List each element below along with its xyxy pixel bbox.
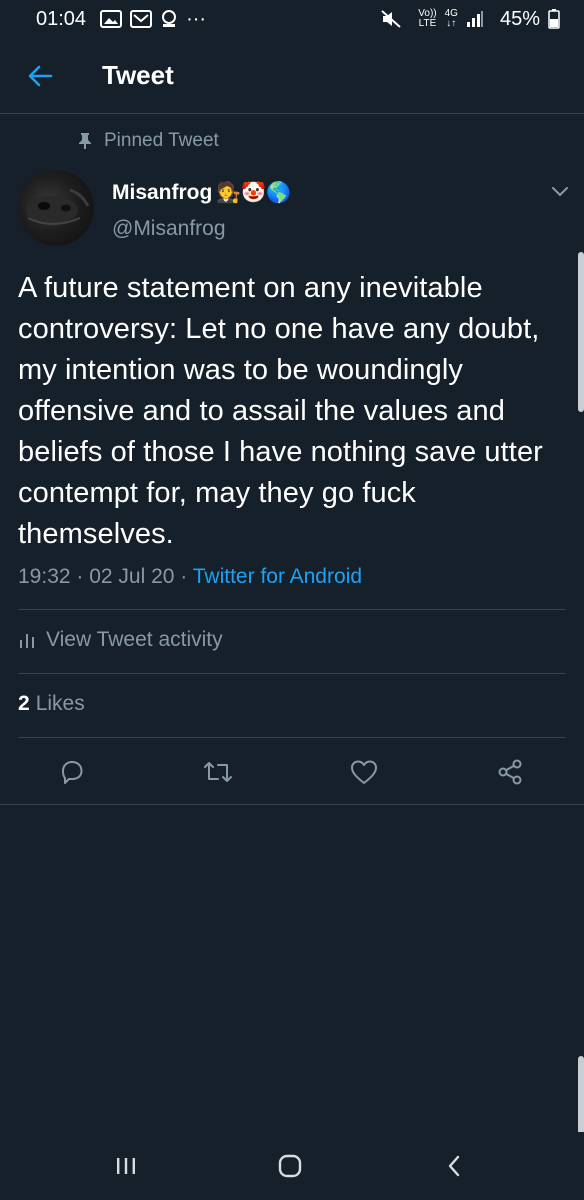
likes-count: 2 [18,692,30,715]
app-header: Tweet [0,38,584,114]
author-name[interactable]: Misanfrog [112,181,212,205]
chevron-down-icon [552,187,568,197]
recent-apps-icon [117,1158,135,1174]
scrollbar-thumb-secondary[interactable] [578,1056,584,1136]
reply-icon [62,761,83,784]
reply-button[interactable] [52,752,92,792]
volte-line2: LTE [418,18,437,29]
mail-icon [130,9,153,29]
mute-icon [380,9,402,29]
status-time: 01:04 [36,7,87,30]
battery-icon [548,9,560,29]
like-icon [351,760,377,784]
recent-apps-button[interactable] [104,1146,148,1186]
gallery-icon [100,9,123,29]
home-button[interactable] [268,1146,312,1186]
author-handle[interactable]: @Misanfrog [112,217,226,241]
share-icon [498,759,522,785]
pinned-label: Pinned Tweet [104,130,219,151]
system-nav-bar [0,1132,584,1200]
likes-count-row[interactable]: 2 Likes [18,692,85,716]
retweet-button[interactable] [198,752,238,792]
tweet-text: A future statement on any inevitable con… [18,272,543,550]
page-title: Tweet [102,60,174,90]
avatar[interactable] [18,170,94,246]
tweet-menu-button[interactable] [546,180,574,204]
tweet-time: 19:32 [18,565,71,588]
divider [18,673,566,674]
volte-indicator: Vo)) LTE [418,9,436,29]
divider [0,804,584,805]
retweet-icon [204,762,232,782]
author-emojis: 🧑‍⚖️🤡🌎 [216,182,292,204]
status-right: Vo)) LTE 4G ↓↑ 45% [380,8,568,31]
back-button[interactable] [24,60,56,92]
network-indicator: 4G ↓↑ [445,9,458,29]
arrow-left-icon [28,65,53,87]
pinned-indicator: Pinned Tweet [78,130,219,152]
notification-icon [160,9,178,29]
pin-icon [79,133,91,149]
tweet-meta: 19:32 · 02 Jul 20 · Twitter for Android [18,565,362,589]
tweet-actions [0,752,584,792]
battery-percent: 45% [499,7,540,30]
divider [18,609,566,610]
screen: 01:04 ··· Vo)) LTE 4G ↓↑ 45% Tweet Pinne… [0,0,584,1200]
network-line2: ↓↑ [446,18,457,29]
status-bar: 01:04 ··· Vo)) LTE 4G ↓↑ 45% [0,0,584,38]
share-button[interactable] [490,752,530,792]
view-activity-label: View Tweet activity [46,628,223,651]
meta-separator: · [174,565,193,588]
like-button[interactable] [344,752,384,792]
divider [18,737,566,738]
bar-chart-icon [20,634,34,648]
meta-separator: · [70,565,90,588]
scrollbar-thumb[interactable] [578,252,584,412]
likes-label: Likes [35,692,85,715]
author-name-row[interactable]: Misanfrog 🧑‍⚖️🤡🌎 [112,180,291,205]
back-nav-icon [448,1155,460,1177]
home-icon [278,1154,302,1178]
back-nav-button[interactable] [432,1146,476,1186]
signal-icon [466,10,484,28]
tweet-date: 02 Jul 20 [89,565,175,588]
view-activity-button[interactable]: View Tweet activity [18,628,223,652]
status-more: ··· [186,7,207,30]
tweet-source-link[interactable]: Twitter for Android [193,565,362,588]
